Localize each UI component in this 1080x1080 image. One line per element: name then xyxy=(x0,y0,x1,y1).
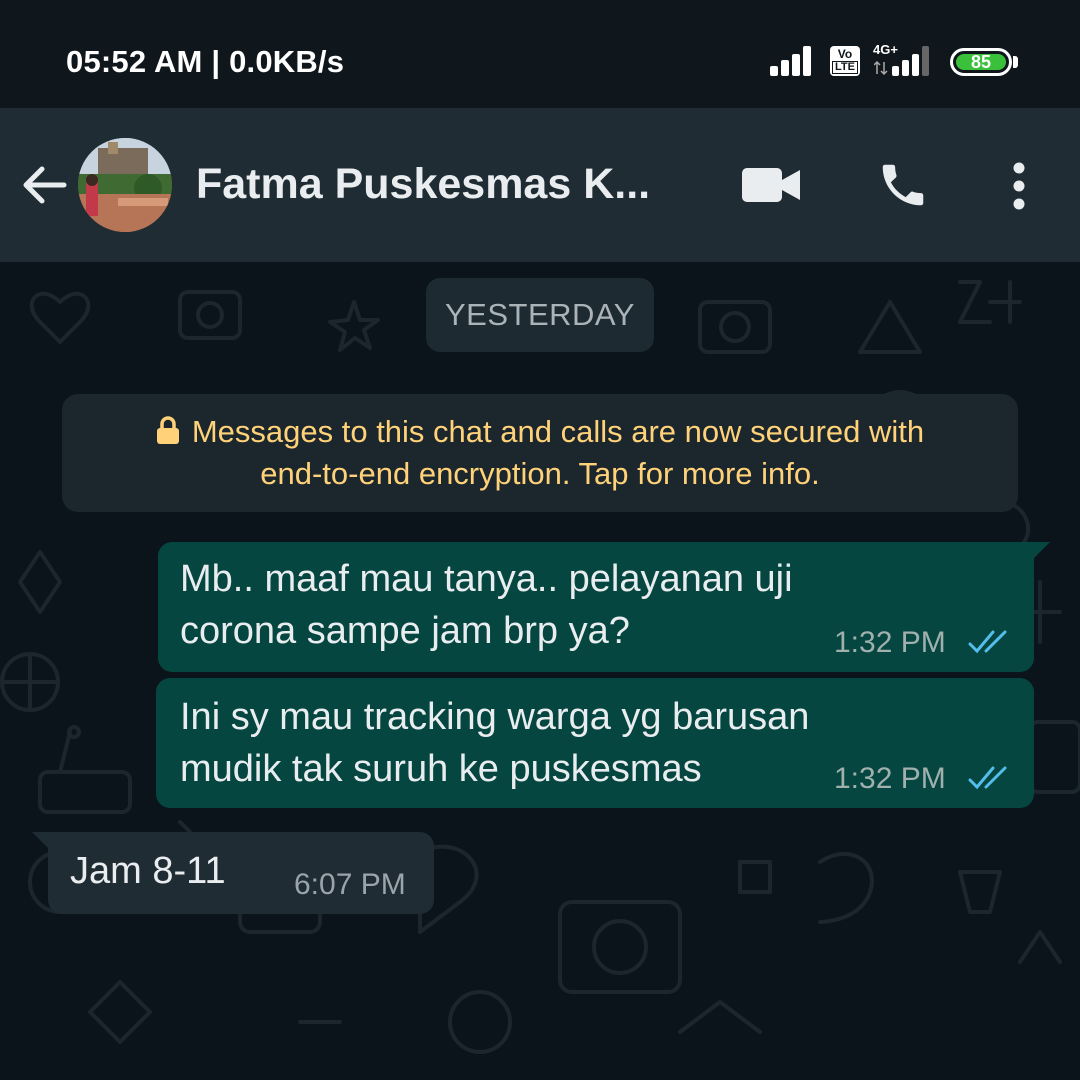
signal-strength-icon xyxy=(770,46,811,76)
message-text-line: Ini sy mau tracking warga yg barusan xyxy=(180,696,810,738)
encryption-notice[interactable]: Messages to this chat and calls are now … xyxy=(62,394,1018,512)
avatar-photo xyxy=(78,138,172,232)
message-text-line: corona sampe jam brp ya? xyxy=(180,610,630,652)
outgoing-message[interactable]: Ini sy mau tracking warga yg barusan mud… xyxy=(156,678,1034,808)
chat-area[interactable]: YESTERDAY Messages to this chat and call… xyxy=(0,262,1080,1080)
encryption-notice-line-1: Messages to this chat and calls are now … xyxy=(62,414,1018,450)
status-bar: 05:52 AM | 0.0KB/s Vo LTE 4G+ 85 xyxy=(0,0,1080,108)
status-time: 05:52 AM | 0.0KB/s xyxy=(66,44,344,80)
network-speed-text: 0.0KB/s xyxy=(229,44,345,79)
outgoing-message[interactable]: Mb.. maaf mau tanya.. pelayanan uji coro… xyxy=(158,542,1050,672)
message-text-line: Jam 8-11 xyxy=(70,850,226,892)
incoming-message[interactable]: Jam 8-11 6:07 PM xyxy=(32,832,434,914)
encryption-notice-text-1: Messages to this chat and calls are now … xyxy=(191,414,925,449)
double-check-icon xyxy=(968,630,1007,654)
battery-tip xyxy=(1013,56,1018,68)
lock-icon xyxy=(156,416,179,444)
status-separator: | xyxy=(202,44,230,79)
back-arrow-icon[interactable] xyxy=(20,160,70,210)
volte-label-bottom: LTE xyxy=(832,61,858,74)
message-time: 1:32 PM xyxy=(834,626,946,659)
volte-label-top: Vo xyxy=(837,47,853,61)
bubble-tail xyxy=(32,832,52,852)
battery-level-text: 85 xyxy=(970,52,992,72)
more-options-icon[interactable] xyxy=(1008,162,1030,210)
volte-badge: Vo LTE xyxy=(830,46,860,76)
video-call-icon[interactable] xyxy=(742,166,800,204)
battery-indicator: 85 xyxy=(950,48,1012,76)
signal-strength-icon-2 xyxy=(892,46,929,76)
bubble-tail xyxy=(1030,542,1050,562)
encryption-notice-line-2: end-to-end encryption. Tap for more info… xyxy=(260,456,820,491)
contact-name[interactable]: Fatma Puskesmas K... xyxy=(196,160,650,209)
voice-call-icon[interactable] xyxy=(876,158,930,212)
message-text-line: mudik tak suruh ke puskesmas xyxy=(180,748,702,790)
message-time: 6:07 PM xyxy=(294,868,406,901)
message-text-line: Mb.. maaf mau tanya.. pelayanan uji xyxy=(180,558,793,600)
message-time: 1:32 PM xyxy=(834,762,946,795)
double-check-icon xyxy=(968,766,1007,790)
data-arrows-icon xyxy=(874,60,888,76)
battery-fill: 85 xyxy=(956,52,1006,72)
chat-header: Fatma Puskesmas K... xyxy=(0,108,1080,262)
date-divider: YESTERDAY xyxy=(426,278,654,352)
clock-text: 05:52 AM xyxy=(66,44,203,79)
avatar[interactable] xyxy=(78,138,172,232)
